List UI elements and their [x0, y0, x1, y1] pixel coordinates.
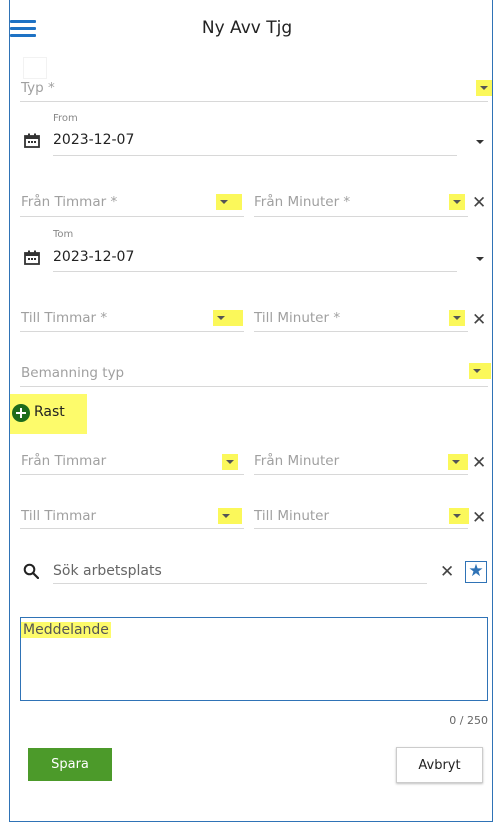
search-underline [53, 583, 427, 584]
add-circle-icon [12, 404, 30, 422]
bemanning-dropdown-arrow-icon[interactable] [469, 363, 491, 379]
calendar-icon[interactable] [24, 133, 40, 148]
meddelande-textarea[interactable]: Meddelande [20, 617, 488, 701]
till-minuter-select[interactable]: Till Minuter * [254, 310, 340, 326]
rast-fran-minuter-dropdown-arrow-icon[interactable] [448, 454, 468, 470]
from-date-value[interactable]: 2023-12-07 [53, 132, 134, 148]
fran-minuter-select[interactable]: Från Minuter * [254, 194, 350, 210]
meddelande-label: Meddelande [21, 622, 111, 638]
add-rast-button[interactable]: Rast [10, 394, 87, 434]
tom-date-dropdown-arrow-icon[interactable] [476, 254, 486, 264]
blank-box [24, 58, 46, 78]
rast-label: Rast [34, 404, 65, 420]
rast-fran-timmar-underline [20, 474, 244, 475]
bemanning-underline [20, 386, 488, 387]
rast-till-minuter-select[interactable]: Till Minuter [254, 508, 329, 524]
rast-till-timmar-select[interactable]: Till Timmar [21, 508, 96, 524]
fran-clear-icon[interactable]: ✕ [472, 195, 486, 212]
bemanning-typ-select[interactable]: Bemanning typ [21, 365, 124, 381]
rast-till-timmar-dropdown-arrow-icon[interactable] [218, 508, 242, 524]
search-input[interactable]: Sök arbetsplats [53, 563, 162, 579]
search-clear-icon[interactable]: ✕ [440, 564, 454, 581]
app-header: Ny Avv Tjg [0, 0, 494, 52]
favorite-star-icon[interactable]: ★ [465, 561, 487, 583]
rast-fran-timmar-dropdown-arrow-icon[interactable] [222, 454, 238, 470]
fran-timmar-select[interactable]: Från Timmar * [21, 194, 117, 210]
from-date-dropdown-arrow-icon[interactable] [476, 137, 486, 147]
rast-fran-timmar-select[interactable]: Från Timmar [21, 453, 106, 469]
typ-dropdown-arrow-icon[interactable] [476, 80, 492, 96]
cancel-button[interactable]: Avbryt [396, 747, 483, 783]
from-date-underline [53, 155, 457, 156]
page-title: Ny Avv Tjg [201, 18, 293, 38]
rast-fran-minuter-select[interactable]: Från Minuter [254, 453, 339, 469]
from-caption: From [53, 113, 78, 124]
till-timmar-underline [20, 331, 244, 332]
rast-till-clear-icon[interactable]: ✕ [472, 510, 486, 527]
till-timmar-select[interactable]: Till Timmar * [21, 310, 107, 326]
till-timmar-dropdown-arrow-icon[interactable] [213, 310, 243, 326]
till-minuter-underline [254, 331, 468, 332]
fran-minuter-dropdown-arrow-icon[interactable] [449, 194, 465, 210]
till-clear-icon[interactable]: ✕ [472, 312, 486, 329]
rast-fran-minuter-underline [254, 474, 468, 475]
rast-till-minuter-underline [254, 528, 468, 529]
typ-underline [20, 101, 488, 102]
fran-timmar-underline [20, 216, 244, 217]
tom-caption: Tom [53, 229, 74, 240]
tom-date-value[interactable]: 2023-12-07 [53, 249, 134, 265]
fran-minuter-underline [254, 216, 468, 217]
rast-till-timmar-underline [20, 528, 244, 529]
fran-timmar-dropdown-arrow-icon[interactable] [216, 194, 242, 210]
char-counter: 0 / 250 [449, 714, 488, 727]
save-button[interactable]: Spara [28, 748, 112, 781]
search-icon [23, 563, 39, 579]
typ-select-label: Typ * [21, 80, 55, 96]
till-minuter-dropdown-arrow-icon[interactable] [449, 310, 465, 326]
calendar-icon[interactable] [24, 250, 40, 265]
rast-fran-clear-icon[interactable]: ✕ [472, 455, 486, 472]
rast-till-minuter-dropdown-arrow-icon[interactable] [449, 508, 469, 524]
tom-date-underline [53, 271, 457, 272]
